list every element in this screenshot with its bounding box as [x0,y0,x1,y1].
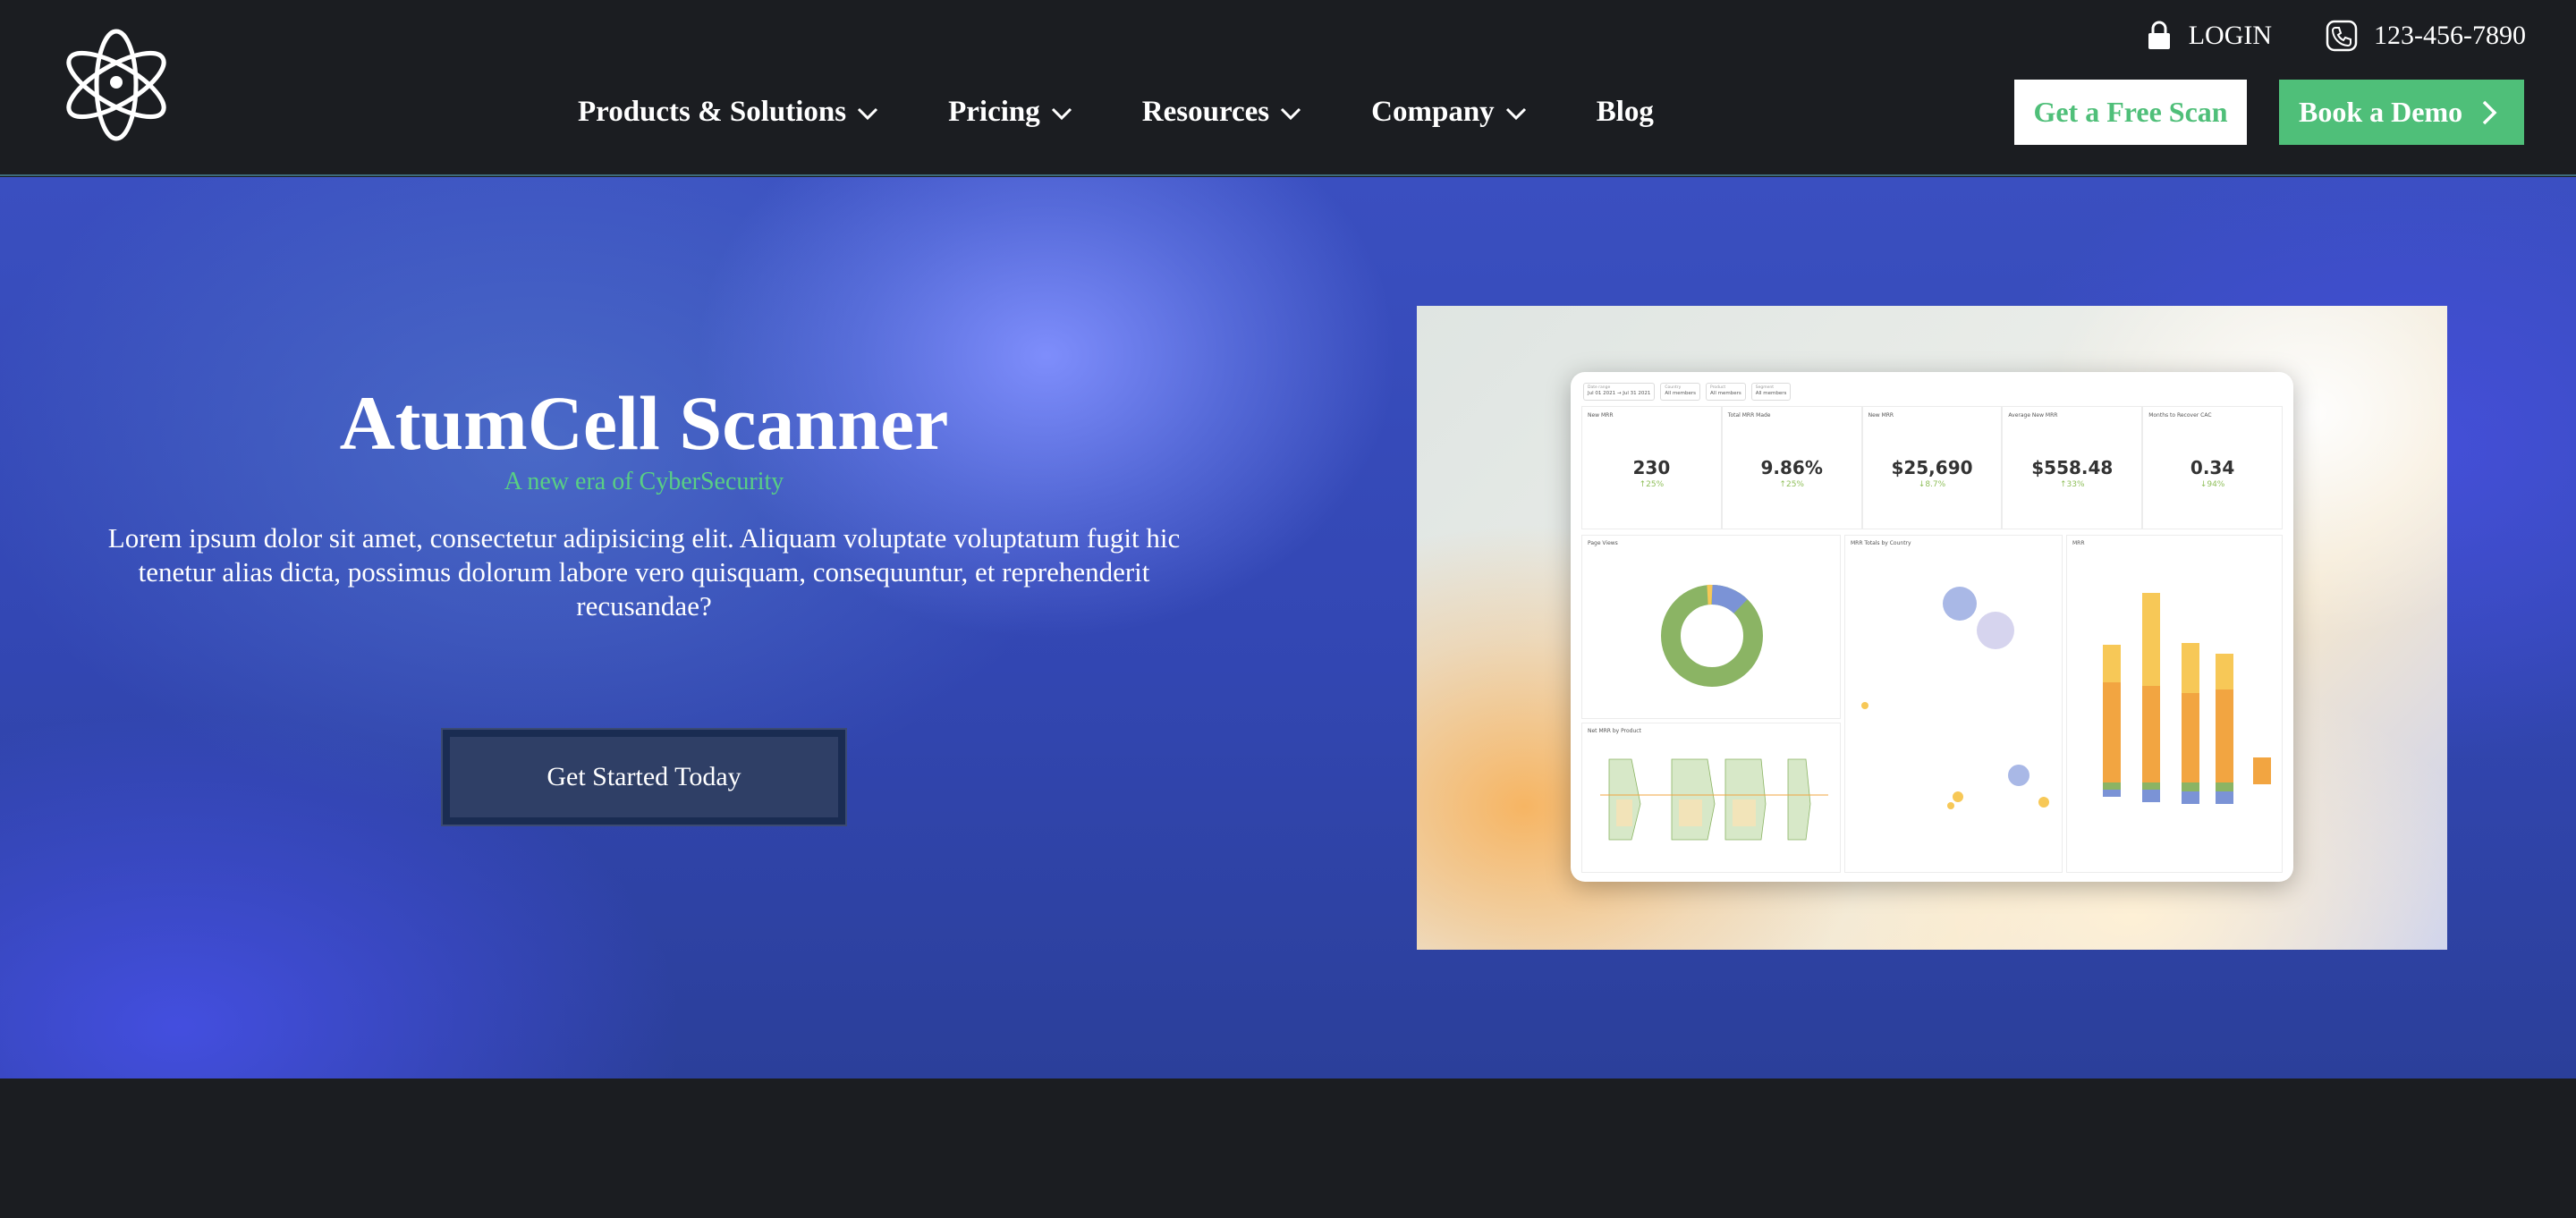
nav-label: Blog [1596,95,1654,128]
hero-tagline: A new era of CyberSecurity [504,468,784,495]
kpi-value: 9.86% [1760,457,1823,478]
stacked-bar-chart [2103,593,2271,804]
donut-chart [1661,584,1763,687]
nav-label: Products & Solutions [578,95,847,128]
kpi-value: $558.48 [2031,457,2114,478]
area-chart [1600,758,1828,841]
kpi-card: Total MRR Made 9.86% ↑25% [1721,406,1862,529]
kpi-delta: ↑33% [2060,480,2085,489]
mrr-panel: MRR [2066,535,2283,873]
kpi-card: New MRR 230 ↑25% [1581,406,1722,529]
nav-pricing[interactable]: Pricing [948,96,1072,129]
page-views-panel: Page Views [1581,535,1841,719]
nav-label: Resources [1141,95,1270,128]
site-header: LOGIN 123-456-7890 Products & Solutions … [0,0,2576,176]
filter-product: Product All members [1706,383,1746,401]
get-started-button[interactable]: Get Started Today [441,728,847,826]
kpi-card: Months to Recover CAC 0.34 ↓94% [2142,406,2283,529]
bubble-chart [1861,587,2049,809]
get-free-scan-button[interactable]: Get a Free Scan [2014,80,2247,145]
dashboard-filters: Date range Jul 01 2021 → Jul 31 2021 Coun… [1583,383,1792,401]
kpi-row: New MRR 230 ↑25% Total MRR Made 9.86% ↑2… [1581,406,2283,529]
phone-icon [2326,20,2358,52]
kpi-delta: ↑25% [1779,480,1804,489]
atom-logo-icon[interactable] [54,27,179,143]
nav-company[interactable]: Company [1371,96,1527,129]
utility-bar: LOGIN 123-456-7890 [2146,18,2526,54]
mrr-by-country-panel: MRR Totals by Country [1844,535,2063,873]
kpi-value: $25,690 [1891,457,1973,478]
kpi-card: New MRR $25,690 ↓8.7% [1861,406,2003,529]
footer-band [0,1078,2576,1218]
hero-description: Lorem ipsum dolor sit amet, consectetur … [107,522,1181,622]
phone-number: 123-456-7890 [2374,21,2526,50]
kpi-label: Months to Recover CAC [2148,412,2212,419]
nav-resources[interactable]: Resources [1142,96,1301,129]
net-mrr-panel: Net MRR by Product [1581,723,1841,873]
lock-icon [2148,21,2170,49]
kpi-label: New MRR [1588,412,1614,419]
nav-label: Company [1371,95,1495,128]
chevron-down-icon [1505,107,1526,121]
nav-products-solutions[interactable]: Products & Solutions [578,96,878,129]
login-link[interactable]: LOGIN [2146,21,2272,51]
book-demo-label: Book a Demo [2299,96,2463,128]
kpi-delta: ↑25% [1639,480,1665,489]
main-nav: Products & Solutions Pricing Resources C… [578,89,1654,134]
phone-link[interactable]: 123-456-7890 [2326,20,2526,52]
kpi-card: Average New MRR $558.48 ↑33% [2002,406,2143,529]
book-demo-button[interactable]: Book a Demo [2279,80,2524,145]
dashboard-preview-image: Date range Jul 01 2021 → Jul 31 2021 Coun… [1417,306,2447,950]
login-label: LOGIN [2188,21,2273,50]
chevron-right-icon [2482,100,2497,124]
chevron-down-icon [858,107,878,121]
kpi-value: 0.34 [2190,457,2235,478]
kpi-label: Total MRR Made [1727,412,1771,419]
dashboard-card: Date range Jul 01 2021 → Jul 31 2021 Coun… [1571,372,2293,882]
kpi-label: New MRR [1868,412,1894,419]
filter-country: Country All members [1660,383,1701,401]
kpi-label: Average New MRR [2008,412,2058,419]
kpi-delta: ↓94% [2199,480,2225,489]
hero-title: AtumCell Scanner [339,380,949,466]
kpi-value: 230 [1632,457,1671,478]
kpi-delta: ↓8.7% [1918,480,1946,489]
chevron-down-icon [1281,107,1301,121]
nav-blog[interactable]: Blog [1597,96,1654,129]
filter-segment: Segment All members [1750,383,1792,401]
hero-section: AtumCell Scanner A new era of CyberSecur… [0,177,2576,1078]
chevron-down-icon [1051,107,1072,121]
nav-label: Pricing [948,95,1040,128]
filter-date-range: Date range Jul 01 2021 → Jul 31 2021 [1583,383,1656,401]
